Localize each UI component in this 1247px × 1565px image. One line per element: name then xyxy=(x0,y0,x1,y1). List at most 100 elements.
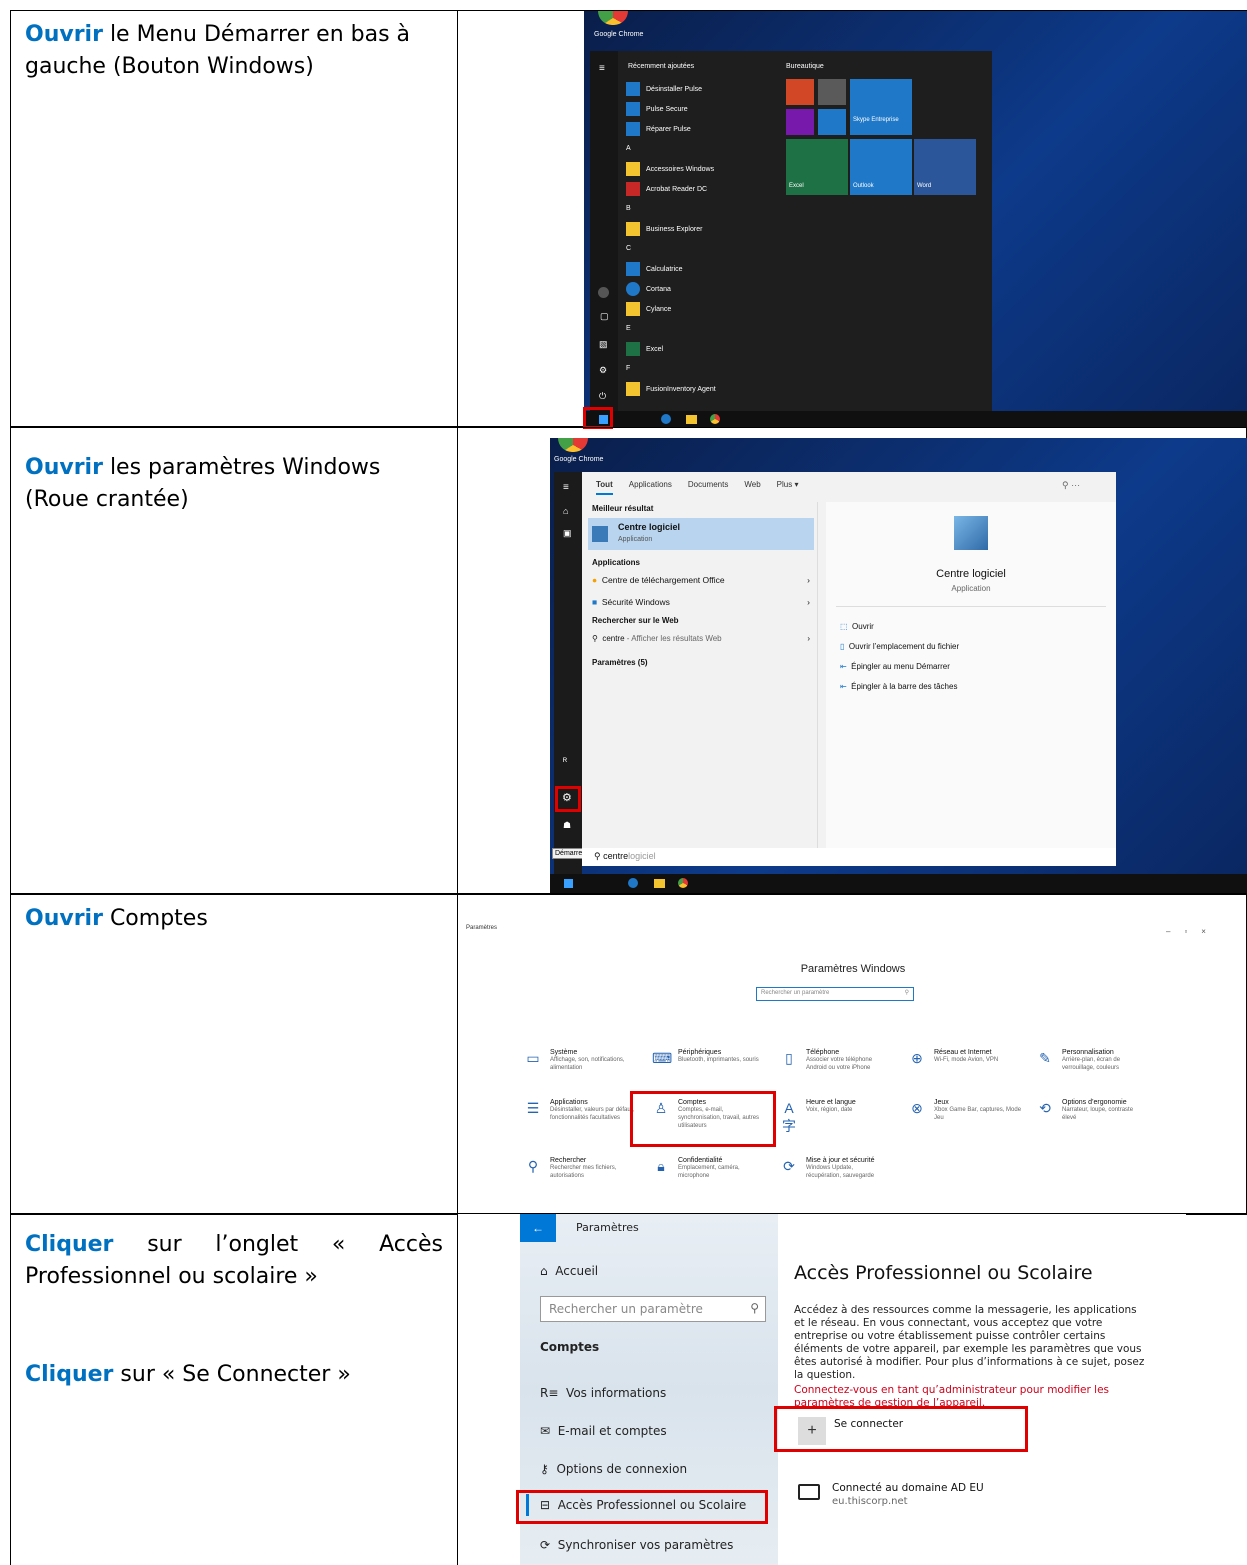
start-rail xyxy=(590,51,618,411)
app-item[interactable]: Pulse Secure xyxy=(626,99,776,119)
window-controls[interactable]: –▫× xyxy=(1166,927,1220,936)
sidebar-item-sign-in-options[interactable]: ⚷ Options de connexion xyxy=(540,1462,687,1476)
row3-screenshot-cell: Paramètres –▫× Paramètres Windows Recher… xyxy=(457,894,1247,1214)
action-pin-taskbar[interactable]: ⇤ Épingler à la barre des tâches xyxy=(840,682,957,691)
app-item[interactable]: FusionInventory Agent xyxy=(626,379,776,399)
documents-icon[interactable]: ▢ xyxy=(600,311,609,322)
letter-header[interactable]: E xyxy=(626,319,776,339)
powerpoint-tile[interactable] xyxy=(786,79,814,105)
app-result[interactable]: ■ Sécurité Windows › xyxy=(592,597,810,607)
app-result[interactable]: ● Centre de téléchargement Office › xyxy=(592,575,810,585)
document-icon[interactable]: ▣ xyxy=(563,528,572,539)
software-center-icon xyxy=(592,526,608,542)
row1-instruction: Ouvrir le Menu Démarrer en bas à gauche … xyxy=(11,11,457,91)
windows-start-icon[interactable] xyxy=(564,879,573,888)
sidebar-search[interactable]: Rechercher un paramètre ⚲ xyxy=(540,1296,766,1322)
letter-header[interactable]: A xyxy=(626,139,776,159)
tooltip-text: Démarrer xyxy=(555,850,585,857)
search-box[interactable]: ⚲ centrelogiciel xyxy=(582,848,1116,866)
explorer-icon[interactable] xyxy=(686,415,697,424)
briefcase-icon xyxy=(798,1484,820,1500)
tab-documents[interactable]: Documents xyxy=(688,480,728,495)
pulse-icon xyxy=(626,82,640,96)
settings-item-ease-of-access[interactable]: ⟲ Options d’ergonomie Narrateur, loupe, co… xyxy=(1039,1099,1202,1122)
domain-title[interactable]: Connecté au domaine AD EU xyxy=(832,1482,984,1494)
power-icon[interactable]: ⏻ xyxy=(599,391,606,402)
feedback-icon[interactable]: ☗ xyxy=(563,820,571,831)
preview-sub: Application xyxy=(951,584,991,593)
params-heading[interactable]: Paramètres (5) xyxy=(592,658,648,667)
app-result-label: Centre de téléchargement Office xyxy=(601,575,725,585)
explorer-icon[interactable] xyxy=(654,879,665,888)
settings-icon[interactable]: ⚙ xyxy=(599,365,607,376)
app-item[interactable]: Calculatrice xyxy=(626,259,776,279)
app-item[interactable]: Réparer Pulse xyxy=(626,119,776,139)
hamburger-icon[interactable]: ≡ xyxy=(563,482,569,493)
onenote-tile[interactable] xyxy=(786,109,814,135)
skype-tile[interactable]: Skype Entreprise xyxy=(850,79,912,135)
user-icon[interactable]: ᴿ xyxy=(563,756,567,766)
row1-instruction-cell: Ouvrir le Menu Démarrer en bas à gauche … xyxy=(10,10,457,427)
key-icon: ⚷ xyxy=(540,1462,549,1476)
app-label: Cylance xyxy=(646,305,672,313)
letter-header[interactable]: B xyxy=(626,199,776,219)
app-item[interactable]: Business Explorer xyxy=(626,219,776,239)
app-item[interactable]: Acrobat Reader DC xyxy=(626,179,776,199)
sidebar-item-email-accounts[interactable]: ✉ E-mail et comptes xyxy=(540,1424,667,1438)
app-item[interactable]: Cortana xyxy=(626,279,776,299)
more-options-icon[interactable]: ⚲ ··· xyxy=(1062,480,1080,491)
tab-applications[interactable]: Applications xyxy=(629,480,672,495)
item-sub: Rechercher mes fichiers, autorisations xyxy=(550,1165,617,1179)
app-item[interactable]: Accessoires Windows xyxy=(626,159,776,179)
pulse-icon xyxy=(626,102,640,116)
letter-header[interactable]: F xyxy=(626,359,776,379)
app-item[interactable]: Cylance xyxy=(626,299,776,319)
folder-icon xyxy=(626,222,640,236)
app-result-label: Sécurité Windows xyxy=(601,597,670,607)
globe-icon: ⊕ xyxy=(911,1050,923,1066)
item-sub: Bluetooth, imprimantes, souris xyxy=(678,1057,759,1063)
tab-more[interactable]: Plus ▾ xyxy=(777,480,799,495)
action-open[interactable]: ⬚ Ouvrir xyxy=(840,622,874,631)
sidebar-item-sync[interactable]: ⟳ Synchroniser vos paramètres xyxy=(540,1538,733,1552)
search-hint: logiciel xyxy=(628,851,656,861)
row3-instruction-cell: Ouvrir Comptes xyxy=(10,894,457,1214)
pictures-icon[interactable]: ▧ xyxy=(599,339,608,350)
outlook-tile[interactable]: Outlook xyxy=(850,139,912,195)
home-icon[interactable]: ⌂ xyxy=(563,506,568,516)
settings-item-personalization[interactable]: ✎ Personnalisation Arrière-plan, écran de … xyxy=(1039,1049,1202,1072)
chrome-tile[interactable] xyxy=(818,79,846,105)
tile-label: Excel xyxy=(789,183,804,189)
user-icon[interactable] xyxy=(598,287,609,298)
web-result[interactable]: ⚲ centre - Afficher les résultats Web › xyxy=(592,634,810,643)
settings-search[interactable]: Rechercher un paramètre ⚲ xyxy=(756,987,914,1001)
letter-header[interactable]: C xyxy=(626,239,776,259)
action-open-location[interactable]: ▯ Ouvrir l’emplacement du fichier xyxy=(840,642,959,651)
calculator-tile[interactable] xyxy=(818,109,846,135)
sidebar-item-your-info[interactable]: R≡ Vos informations xyxy=(540,1386,666,1400)
home-link[interactable]: ⌂ Accueil xyxy=(540,1264,598,1278)
search-query: centre xyxy=(603,851,629,861)
app-item[interactable]: Désinstaller Pulse xyxy=(626,79,776,99)
word-tile[interactable]: Word xyxy=(914,139,976,195)
tab-web[interactable]: Web xyxy=(744,480,760,495)
edge-icon[interactable] xyxy=(661,414,671,424)
chrome-taskbar-icon[interactable] xyxy=(678,878,688,888)
action-label: Ouvrir xyxy=(852,622,874,631)
back-button[interactable]: ← xyxy=(520,1214,556,1242)
person-list-icon: R≡ xyxy=(540,1386,559,1400)
settings-item-update[interactable]: ⟳ Mise à jour et sécurité Windows Update, … xyxy=(783,1157,946,1180)
web-query: centre xyxy=(602,634,625,643)
tab-all[interactable]: Tout xyxy=(596,480,613,495)
refresh-icon: ⟳ xyxy=(783,1158,795,1174)
best-result[interactable]: Centre logiciel Application xyxy=(588,518,814,550)
edge-icon[interactable] xyxy=(628,878,638,888)
action-pin-start[interactable]: ⇤ Épingler au menu Démarrer xyxy=(840,662,950,671)
excel-tile[interactable]: Excel xyxy=(786,139,848,195)
app-item[interactable]: Excel xyxy=(626,339,776,359)
chrome-desktop-label: Google Chrome xyxy=(594,31,644,38)
item-title: Mise à jour et sécurité xyxy=(806,1157,875,1164)
chrome-taskbar-icon[interactable] xyxy=(710,414,720,424)
app-label: FusionInventory Agent xyxy=(646,385,716,393)
hamburger-icon[interactable]: ≡ xyxy=(599,63,605,74)
